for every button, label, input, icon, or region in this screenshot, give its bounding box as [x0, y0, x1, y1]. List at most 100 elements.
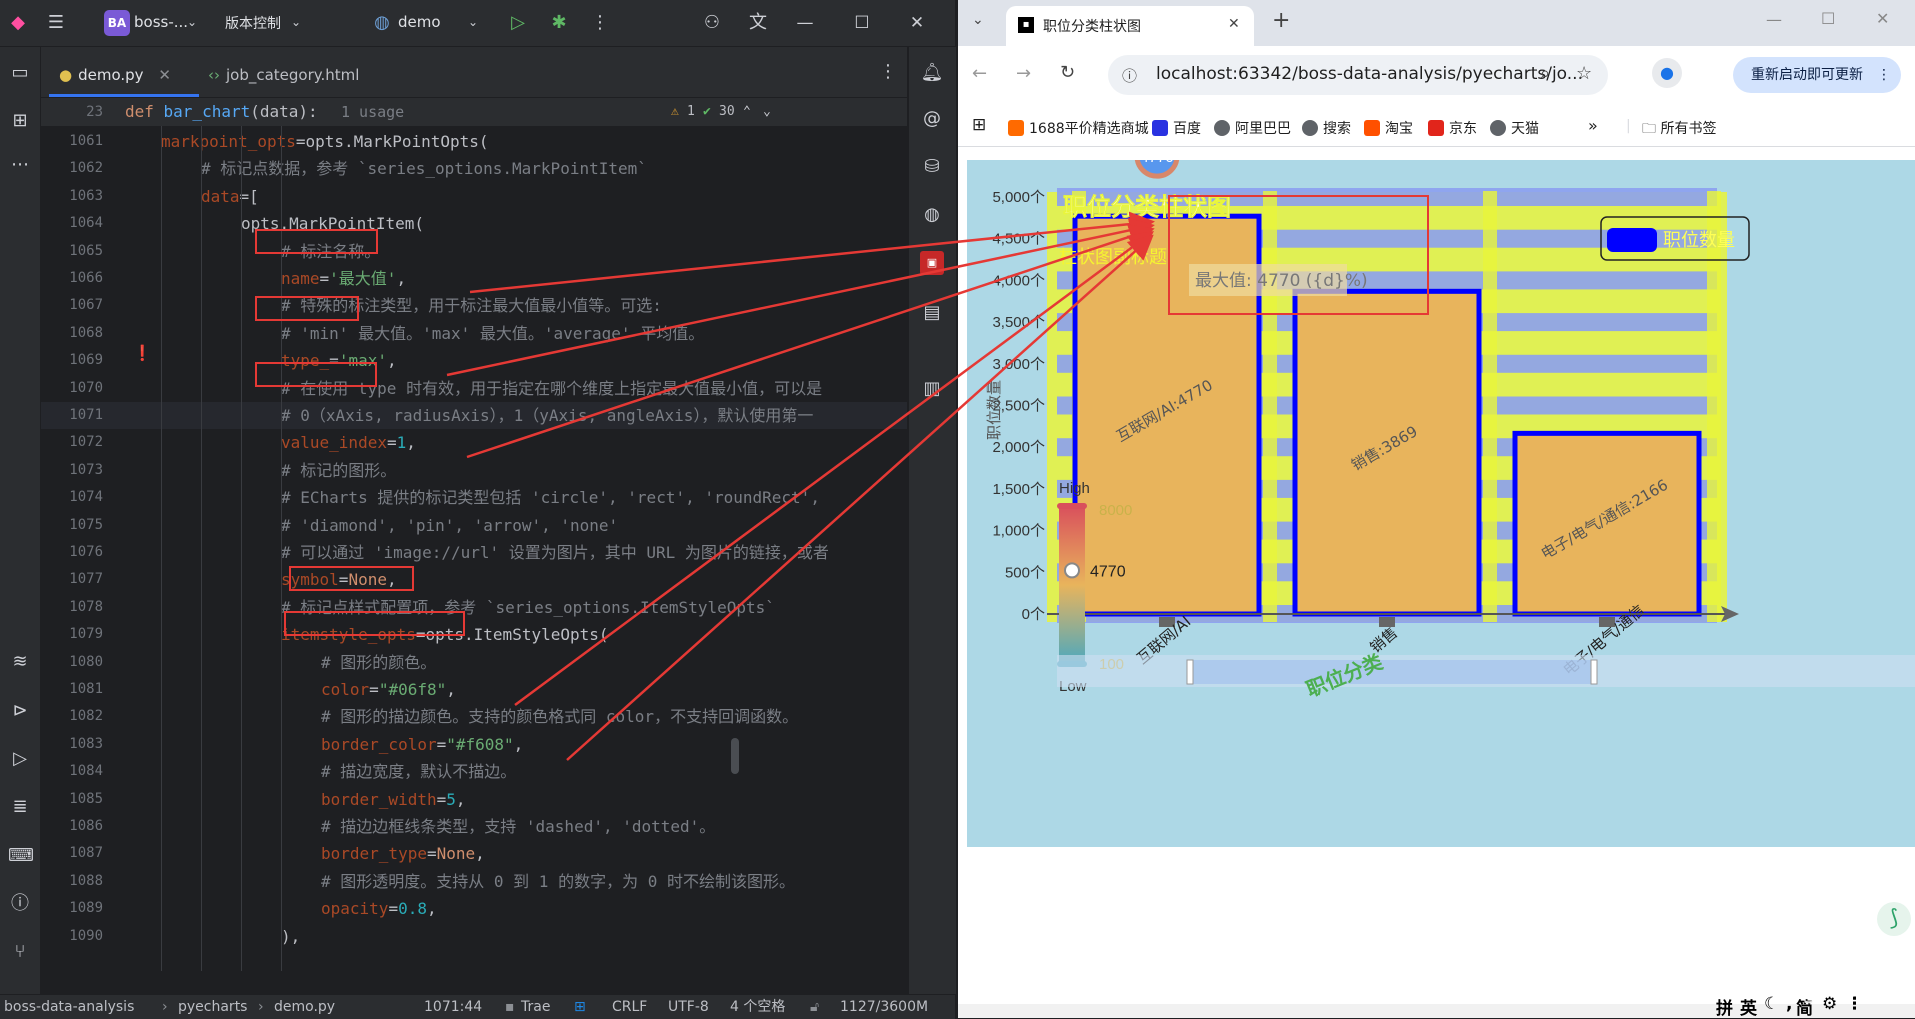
more-actions-icon[interactable]: ⋮ — [588, 11, 612, 35]
run-config-selector[interactable]: demo — [398, 13, 441, 31]
main-menu-icon[interactable]: ☰ — [44, 11, 68, 35]
editor-scrollbar[interactable] — [731, 738, 739, 774]
python-console-icon[interactable]: ◍ — [920, 203, 944, 227]
apps-grid-icon[interactable]: ⊞ — [972, 115, 986, 135]
code-line[interactable]: 1076 # 可以通过 'image://url' 设置为图片，其中 URL 为图… — [41, 539, 907, 566]
close-icon[interactable]: ✕ — [1876, 9, 1889, 28]
status-indent[interactable]: 4 个空格 — [730, 995, 785, 1019]
status-encoding[interactable]: UTF-8 — [668, 995, 709, 1019]
code-line[interactable]: 1071 # 0（xAxis, radiusAxis），1（yAxis, angl… — [41, 402, 907, 430]
tab-search-icon[interactable]: ⌄ — [972, 12, 984, 28]
code-line[interactable]: 1063 data=[ — [41, 183, 907, 210]
ai-assistant-icon[interactable]: @ — [920, 107, 944, 131]
code-line[interactable]: 1088 # 图形透明度。支持从 0 到 1 的数字，为 0 时不绘制该图形。 — [41, 868, 907, 895]
code-line[interactable]: 1066 name='最大值', — [41, 265, 907, 292]
bookmark-search[interactable]: 搜索 — [1302, 118, 1351, 138]
bookmark-tmall[interactable]: 天猫 — [1490, 118, 1539, 138]
plugin-icon[interactable]: ▣ — [920, 251, 944, 275]
lock-icon[interactable]: 🔓︎ — [810, 995, 819, 1019]
database-icon[interactable]: ⛁ — [920, 155, 944, 179]
services-icon[interactable]: ⊳ — [8, 699, 32, 723]
code-line[interactable]: 1081 color="#06f8", — [41, 676, 907, 703]
reload-icon[interactable]: ↻ — [1060, 62, 1075, 83]
address-bar[interactable]: ⓘ localhost:63342/boss-data-analysis/pye… — [1108, 55, 1608, 95]
site-info-icon[interactable]: ⓘ — [1122, 65, 1137, 86]
status-folder[interactable]: pyecharts — [178, 995, 247, 1019]
code-line[interactable]: 1074 # ECharts 提供的标记类型包括 'circle', 'rect'… — [41, 484, 907, 511]
code-line[interactable]: 1077 symbol=None, — [41, 566, 907, 593]
code-line[interactable]: 1078 # 标记点样式配置项，参考 `series_options.ItemSt… — [41, 594, 907, 621]
code-line[interactable]: 1073 # 标记的图形。 — [41, 457, 907, 484]
bookmark-star-icon[interactable]: ☆ — [1576, 63, 1592, 84]
ide-logo-icon[interactable]: ◆ — [6, 11, 30, 35]
new-tab-icon[interactable]: + — [1272, 8, 1290, 33]
usages-hint[interactable]: 1 usage — [341, 98, 404, 126]
bookmark-baidu[interactable]: 百度 — [1152, 118, 1201, 138]
tab-job-category-html[interactable]: ‹› job_category.html — [206, 47, 436, 97]
back-icon[interactable]: ← — [972, 63, 987, 84]
close-tab-icon[interactable]: ✕ — [1228, 16, 1240, 32]
minimize-icon[interactable]: — — [790, 10, 820, 36]
code-line[interactable]: 1069 type_='max', — [41, 347, 907, 374]
run-tool-icon[interactable]: ▷ — [8, 747, 32, 771]
code-line[interactable]: 1085 border_width=5, — [41, 786, 907, 813]
status-memory[interactable]: 1127/3600M — [840, 995, 928, 1019]
tab-demo-py[interactable]: ● demo.py ✕ — [49, 47, 199, 97]
code-line[interactable]: 1079 itemstyle_opts=opts.ItemStyleOpts( — [41, 621, 907, 648]
code-line[interactable]: 1062 # 标记点数据，参考 `series_options.MarkPoint… — [41, 155, 907, 182]
minimize-icon[interactable]: — — [1766, 10, 1782, 29]
maximize-icon[interactable]: ☐ — [847, 10, 877, 36]
add-user-icon[interactable]: ⚇ — [700, 11, 724, 35]
structure-tool-icon[interactable]: ⊞ — [8, 109, 32, 133]
code-line[interactable]: 1070 # 在使用 type 时有效，用于指定在哪个维度上指定最大值最小值，可以… — [41, 375, 907, 402]
status-file[interactable]: demo.py — [274, 995, 335, 1019]
code-line[interactable]: 1067 # 特殊的标注类型，用于标注最大值最小值等。可选: — [41, 292, 907, 319]
relaunch-update-button[interactable]: 重新启动即可更新 ⋮ — [1733, 57, 1901, 93]
sciview-icon[interactable]: ▥ — [920, 377, 944, 401]
zoom-icon[interactable]: ⌕ — [1540, 63, 1550, 84]
all-bookmarks[interactable]: 🗀︎ 所有书签 — [1642, 118, 1716, 142]
code-line[interactable]: 1086 # 描边边框线条类型，支持 'dashed', 'dotted'。 — [41, 813, 907, 840]
bookmark-alibaba[interactable]: 阿里巴巴 — [1214, 118, 1291, 138]
chevron-up-icon[interactable]: ⌃ — [743, 98, 751, 126]
code-line[interactable]: 1075 # 'diamond', 'pin', 'arrow', 'none' — [41, 512, 907, 539]
code-line[interactable]: 1084 # 描边宽度，默认不描边。 — [41, 758, 907, 785]
problems-icon[interactable]: ⓘ — [8, 892, 32, 916]
close-tab-icon[interactable]: ✕ — [158, 66, 171, 84]
forward-icon[interactable]: → — [1016, 63, 1031, 84]
bookmark-1688[interactable]: 1688平价精选商城 — [1008, 118, 1149, 138]
status-sdk[interactable]: Trae — [521, 995, 550, 1019]
code-line[interactable]: 1080 # 图形的颜色。 — [41, 649, 907, 676]
maximize-icon[interactable]: ☐ — [1821, 9, 1835, 28]
run-icon[interactable]: ▷ — [506, 11, 530, 35]
project-name[interactable]: boss-... — [134, 13, 188, 31]
code-line[interactable]: 1072 value_index=1, — [41, 429, 907, 456]
status-line-separator[interactable]: CRLF — [612, 995, 647, 1019]
browser-tab[interactable]: ▪ 职位分类柱状图 ✕ — [1006, 6, 1254, 46]
terminal-icon[interactable]: ⌨ — [8, 844, 34, 868]
code-line[interactable]: 1061 markpoint_opts=opts.MarkPointOpts( — [41, 128, 907, 155]
code-line[interactable]: 1089 opacity=0.8, — [41, 895, 907, 922]
status-project[interactable]: boss-data-analysis — [4, 995, 134, 1019]
chevron-down-icon[interactable]: ⌄ — [763, 98, 771, 126]
profile-avatar-icon[interactable]: ● — [1652, 58, 1682, 88]
code-line[interactable]: 1065 # 标注名称。 — [41, 238, 907, 265]
code-line[interactable]: 1064 opts.MarkPointItem( — [41, 210, 907, 237]
debug-icon[interactable]: ✱ — [547, 11, 571, 35]
project-tool-icon[interactable]: ▭ — [8, 61, 32, 85]
git-icon[interactable]: ⑂ — [8, 940, 32, 964]
code-line[interactable]: 1083 border_color="#f608", — [41, 731, 907, 758]
notifications-icon[interactable]: 🔔︎ — [920, 61, 944, 85]
bookmark-taobao[interactable]: 淘宝 — [1364, 118, 1413, 138]
document-icon[interactable]: ▤ — [920, 301, 944, 325]
translate-icon[interactable]: 文 — [746, 11, 770, 35]
code-line[interactable]: 1090), — [41, 923, 907, 950]
code-line[interactable]: 1087 border_type=None, — [41, 840, 907, 867]
url-text[interactable]: localhost:63342/boss-data-analysis/pyech… — [1156, 64, 1583, 84]
python-packages-icon[interactable]: ≋ — [8, 650, 32, 674]
error-bulb-icon[interactable]: ❗ — [133, 344, 152, 362]
tabs-menu-icon[interactable]: ⋮ — [879, 61, 897, 82]
more-tools-icon[interactable]: ⋯ — [8, 153, 32, 177]
project-badge[interactable]: BA — [104, 10, 130, 36]
status-caret-position[interactable]: 1071:44 — [424, 995, 482, 1019]
